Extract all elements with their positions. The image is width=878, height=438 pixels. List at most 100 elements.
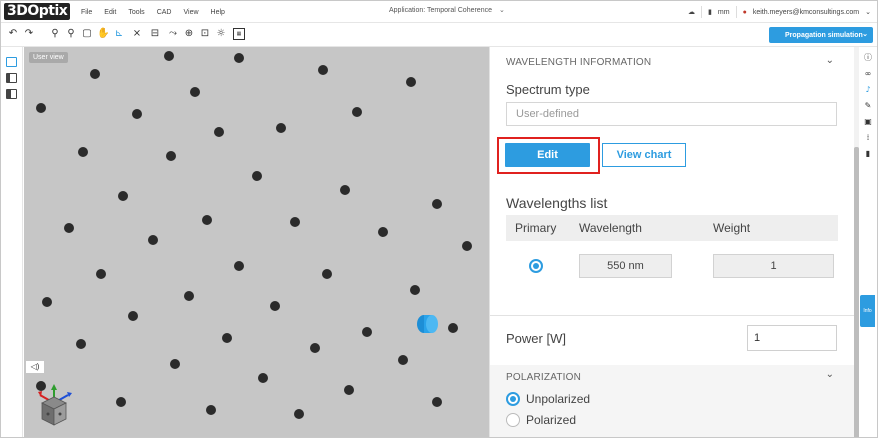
unpolarized-radio[interactable] [506, 392, 520, 406]
menu-list: File Edit Tools CAD View Help [75, 1, 231, 23]
scene-dot [462, 241, 472, 251]
power-input[interactable]: 1 [747, 325, 837, 351]
view-single-icon[interactable] [6, 57, 17, 67]
scene-dot [166, 151, 176, 161]
scene-dot [318, 65, 328, 75]
grid-icon[interactable]: ▦ [233, 28, 245, 40]
propagation-simulation-button[interactable]: Propagation simulation ⌄ [769, 27, 873, 43]
info-tab[interactable]: Info [860, 295, 875, 327]
scene-dot [310, 343, 320, 353]
menu-cad[interactable]: CAD [151, 9, 178, 16]
primary-radio[interactable] [529, 259, 543, 273]
analysis-icon[interactable]: ⊕ [183, 28, 195, 40]
polarization-section-header[interactable]: POLARIZATION [506, 372, 581, 383]
scene-dot [234, 53, 244, 63]
trash-icon[interactable]: ▮ [863, 149, 873, 159]
speaker-icon[interactable]: ◁) [26, 361, 44, 373]
scene-dot [36, 103, 46, 113]
info-icon[interactable]: ⓘ [863, 53, 873, 63]
wavelength-section-header[interactable]: WAVELENGTH INFORMATION [506, 57, 651, 68]
undo-icon[interactable]: ↶ [7, 28, 19, 40]
scene-dot [132, 109, 142, 119]
chevron-down-icon[interactable]: ⌄ [862, 30, 868, 38]
user-view-label[interactable]: User view [29, 52, 68, 63]
weight-cell[interactable]: 1 [713, 254, 834, 278]
edit-button[interactable]: Edit [505, 143, 590, 167]
chevron-down-icon[interactable]: ⌄ [826, 369, 834, 380]
scene-dot [410, 285, 420, 295]
measure-icon[interactable]: ⊾ [113, 28, 125, 40]
spectrum-type-select[interactable]: User-defined [506, 102, 837, 126]
battery-icon: ▮ [708, 9, 712, 16]
chevron-down-icon[interactable]: ⌄ [826, 55, 834, 66]
scene-dot [362, 327, 372, 337]
menu-view[interactable]: View [177, 9, 204, 16]
scene-dot [276, 123, 286, 133]
pin-icon[interactable]: ✎ [863, 101, 873, 111]
scene-dot [290, 217, 300, 227]
right-icon-strip: ⓘ ∞ ♪ ✎ ▣ ⁞ ▮ [859, 47, 877, 437]
redo-icon[interactable]: ↷ [23, 28, 35, 40]
layout-icon[interactable]: ⊟ [149, 28, 161, 40]
menu-bar: 3DOptix File Edit Tools CAD View Help Ap… [1, 1, 877, 23]
view-chart-button[interactable]: View chart [602, 143, 686, 167]
scene-dot [258, 373, 268, 383]
lens-object[interactable] [414, 313, 440, 335]
binoculars-icon[interactable]: ∞ [863, 69, 873, 79]
user-email[interactable]: keith.meyers@kmconsultings.com [753, 9, 859, 16]
header-primary: Primary [515, 221, 557, 235]
menu-edit[interactable]: Edit [98, 9, 122, 16]
ray-icon[interactable]: ⨯ [131, 28, 143, 40]
scene-dot [322, 269, 332, 279]
3d-viewport[interactable]: User view ◁) [24, 47, 489, 437]
pan-hand-icon[interactable]: ✋ [97, 28, 109, 40]
scene-dot [36, 381, 46, 391]
units-label[interactable]: mm [718, 9, 730, 16]
header-wavelength: Wavelength [579, 221, 642, 235]
chevron-down-icon[interactable]: ⌄ [499, 6, 505, 14]
zoom-box-icon[interactable]: ▢ [81, 28, 93, 40]
scene-dot [398, 355, 408, 365]
scene-dot [252, 171, 262, 181]
scene-dot [190, 87, 200, 97]
grid-dots-icon[interactable]: ⁞ [863, 133, 873, 143]
wavelength-cell[interactable]: 550 nm [579, 254, 672, 278]
detector-icon[interactable]: ⊡ [199, 28, 211, 40]
header-weight: Weight [713, 221, 751, 235]
chevron-down-icon[interactable]: ⌄ [865, 8, 871, 16]
cloud-icon[interactable]: ☁ [688, 8, 695, 16]
scene-dot [42, 297, 52, 307]
scene-dot [344, 385, 354, 395]
scene-dot [340, 185, 350, 195]
zoom-in-icon[interactable]: ⚲ [49, 28, 61, 40]
copy-icon[interactable]: ▣ [863, 117, 873, 127]
scene-dot [202, 215, 212, 225]
polarized-radio[interactable] [506, 413, 520, 427]
scene-dot [116, 397, 126, 407]
scene-dot [164, 51, 174, 61]
polarized-label[interactable]: Polarized [526, 413, 576, 427]
user-avatar-icon[interactable]: ● [743, 9, 747, 16]
menu-file[interactable]: File [75, 9, 98, 16]
scene-dot [128, 311, 138, 321]
beam-icon[interactable]: ⤳ [167, 28, 179, 40]
zoom-out-icon[interactable]: ⚲ [65, 28, 77, 40]
account-area: ☁ ▮ mm ● keith.meyers@kmconsultings.com … [688, 1, 871, 23]
scene-dot [378, 227, 388, 237]
scene-dot [234, 261, 244, 271]
menu-help[interactable]: Help [205, 9, 231, 16]
toolbar: ↶ ↷ ⚲ ⚲ ▢ ✋ ⊾ ⨯ ⊟ ⤳ ⊕ ⊡ ☼ ▦ Propagation … [1, 23, 877, 47]
scene-dot [406, 77, 416, 87]
spectrum-type-label: Spectrum type [506, 82, 590, 97]
scene-dot [76, 339, 86, 349]
scene-dot [78, 147, 88, 157]
scene-dot [222, 333, 232, 343]
unpolarized-label[interactable]: Unpolarized [526, 392, 590, 406]
light-icon[interactable]: ☼ [215, 28, 227, 40]
scene-dot [170, 359, 180, 369]
view-split-left-icon[interactable] [6, 73, 17, 83]
link-icon[interactable]: ♪ [863, 85, 873, 95]
menu-tools[interactable]: Tools [122, 9, 150, 16]
view-split-icon[interactable] [6, 89, 17, 99]
application-title[interactable]: Application: Temporal Coherence [389, 7, 492, 14]
